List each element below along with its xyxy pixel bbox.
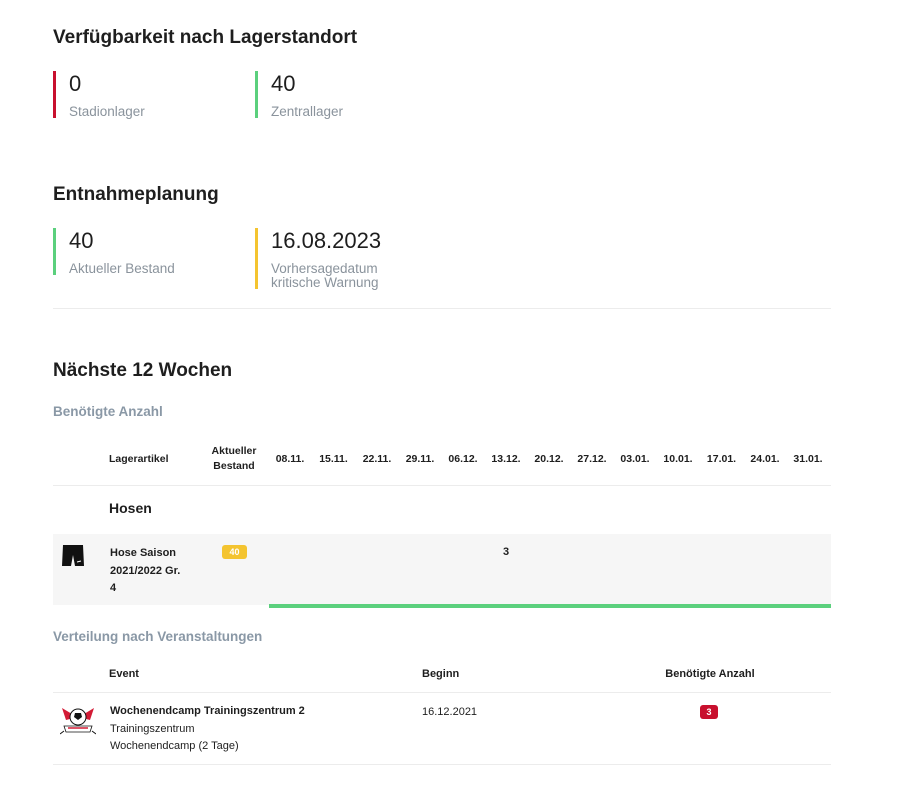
stat-value: 40	[271, 71, 296, 96]
col-stock-header: Aktueller Bestand	[203, 444, 265, 474]
table-divider	[53, 764, 831, 765]
shorts-icon	[61, 544, 85, 573]
col-begin-header: Beginn	[422, 668, 460, 680]
event-location: Trainingszentrum	[110, 723, 195, 735]
event-begin: 16.12.2021	[422, 706, 478, 718]
club-crest-icon	[59, 704, 97, 741]
category-label: Hosen	[109, 500, 152, 516]
week-header: 29.11.	[405, 453, 435, 465]
availability-title: Verfügbarkeit nach Lagerstandort	[53, 27, 358, 48]
events-title: Verteilung nach Veranstaltungen	[53, 629, 263, 644]
stat-label: Zentrallager	[271, 104, 344, 119]
event-name[interactable]: Wochenendcamp Trainingszentrum 2	[110, 705, 305, 717]
week-header: 10.01.	[663, 453, 693, 465]
planning-title: Entnahmeplanung	[53, 184, 219, 205]
stat-forecast-date: 16.08.2023 Vorhersagedatum kritische War…	[255, 228, 382, 290]
col-needed-header: Benötigte Anzahl	[665, 668, 755, 680]
item-name-line1: Hose Saison	[110, 547, 177, 559]
col-event-header: Event	[109, 668, 139, 680]
item-name[interactable]: Hose Saison 2021/2022 Gr. 4	[110, 545, 180, 598]
item-name-line2: 2021/2022 Gr.	[110, 564, 181, 577]
stat-label-line2: kritische Warnung	[271, 275, 379, 290]
week-header: 20.12.	[534, 453, 564, 465]
needed-badge: 3	[700, 705, 718, 719]
week-demand-value: 3	[502, 546, 510, 558]
week-header: 22.11.	[362, 453, 392, 465]
stat-value: 40	[69, 228, 94, 253]
stock-coverage-bar	[269, 604, 831, 608]
stat-label: Aktueller Bestand	[69, 261, 175, 276]
col-stock-header-line1: Aktueller	[211, 445, 257, 457]
week-header: 17.01.	[706, 453, 737, 465]
stat-stadionlager: 0 Stadionlager	[53, 71, 145, 119]
stat-zentrallager: 40 Zentrallager	[255, 71, 344, 119]
week-header: 15.11.	[319, 453, 348, 465]
stat-label: Stadionlager	[69, 104, 145, 119]
col-article-header: Lagerartikel	[109, 453, 169, 465]
stat-value: 16.08.2023	[271, 228, 382, 253]
divider	[53, 308, 831, 309]
table-divider	[53, 485, 831, 486]
event-type: Wochenendcamp (2 Tage)	[110, 740, 239, 752]
stat-label-line1: Vorhersagedatum	[271, 261, 378, 276]
week-header: 06.12.	[448, 453, 478, 465]
stock-badge: 40	[222, 545, 247, 559]
stat-value: 0	[69, 71, 82, 96]
week-header: 24.01.	[750, 453, 780, 465]
stat-current-stock: 40 Aktueller Bestand	[53, 228, 175, 276]
week-header: 08.11.	[275, 453, 305, 465]
item-name-line3: 4	[110, 582, 117, 594]
week-header: 03.01.	[620, 453, 650, 465]
week-header: 13.12.	[491, 453, 521, 465]
week-header: 27.12.	[577, 453, 607, 465]
week-header: 31.01.	[793, 453, 823, 465]
col-stock-header-line2: Bestand	[213, 460, 255, 472]
weeks-subtitle: Benötigte Anzahl	[53, 404, 163, 419]
event-row[interactable]: Wochenendcamp Trainingszentrum 2 Trainin…	[53, 693, 831, 765]
weeks-title: Nächste 12 Wochen	[53, 360, 233, 381]
